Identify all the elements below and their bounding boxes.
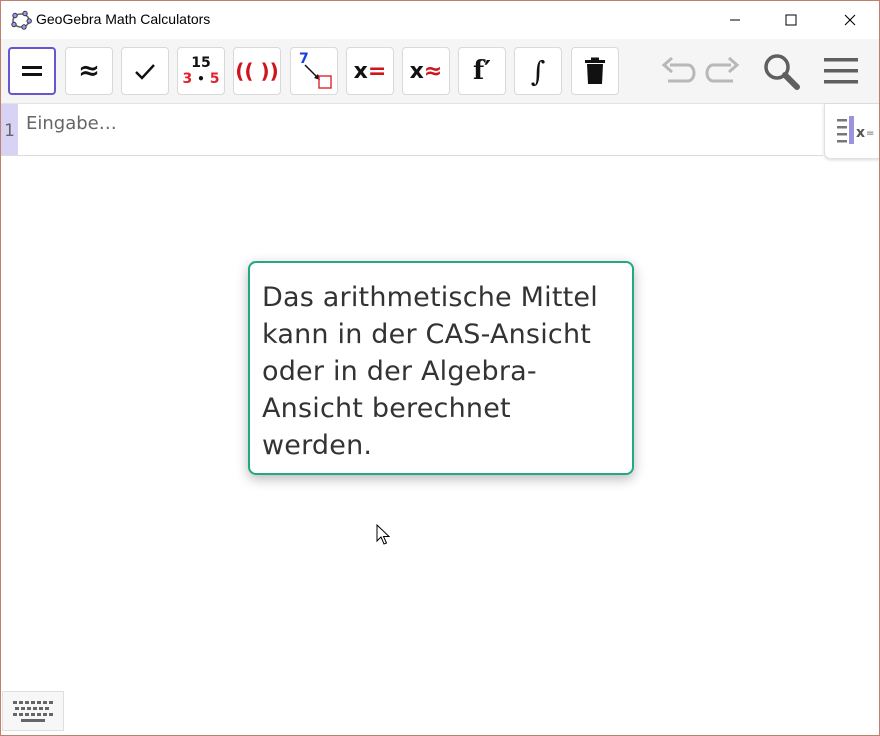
tool-expand-button[interactable]: (( ))	[233, 47, 281, 95]
redo-button[interactable]	[703, 49, 745, 93]
tool-integral-button[interactable]: ∫	[514, 47, 562, 95]
maximize-button[interactable]	[762, 1, 820, 39]
svg-text:x: x	[856, 125, 865, 141]
checkmark-icon	[135, 64, 155, 80]
factor-right-number: 5	[209, 71, 220, 87]
main-menu-button[interactable]	[819, 49, 863, 93]
solve-numeric-icon: x≈	[409, 58, 443, 84]
search-button[interactable]	[759, 49, 803, 93]
minimize-button[interactable]	[706, 1, 764, 39]
minimize-icon	[730, 19, 740, 21]
geogebra-logo-icon	[10, 9, 32, 31]
integral-icon: ∫	[530, 54, 546, 88]
keyboard-icon	[13, 701, 53, 722]
redo-icon	[705, 56, 740, 83]
hamburger-menu-icon	[824, 58, 858, 84]
algebra-view-icon: x =	[837, 116, 874, 144]
tool-factor-button[interactable]: 15 3 • 5	[177, 47, 225, 95]
factor-top-number: 15	[191, 55, 211, 71]
solve-icon: x=	[353, 58, 387, 84]
algebra-view-toggle-button[interactable]: x =	[824, 104, 879, 159]
algebra-input[interactable]	[26, 110, 806, 136]
approx-icon: ≈	[78, 56, 100, 86]
substitute-icon: 7	[295, 51, 333, 90]
search-icon	[764, 54, 800, 90]
algebra-input-row: 1	[1, 104, 823, 156]
factor-icon: 15 3 • 5	[182, 55, 220, 87]
trash-icon	[585, 57, 605, 84]
derivative-icon: f′	[472, 56, 492, 86]
equals-icon	[22, 66, 42, 76]
svg-text:=: =	[866, 128, 874, 139]
factor-left-number: 3	[182, 71, 193, 87]
tool-substitute-button[interactable]: 7	[290, 47, 338, 95]
undo-button[interactable]	[656, 49, 698, 93]
row-number: 1	[4, 121, 15, 141]
expand-icon: (( ))	[235, 59, 279, 83]
app-window: GeoGebra Math Calculators ≈ 15 3 • 5 ((…	[0, 0, 880, 736]
close-icon	[844, 14, 856, 26]
tool-keep-input-button[interactable]	[121, 47, 169, 95]
tool-numeric-button[interactable]: ≈	[65, 47, 113, 95]
tool-evaluate-button[interactable]	[8, 47, 56, 95]
mouse-cursor-icon	[376, 523, 391, 551]
window-title: GeoGebra Math Calculators	[36, 11, 211, 27]
tool-solve-button[interactable]: x=	[346, 47, 394, 95]
info-tooltip: Das arithmetische Mittel kann in der CAS…	[248, 261, 634, 475]
tooltip-text: Das arithmetische Mittel kann in der CAS…	[262, 282, 598, 461]
virtual-keyboard-button[interactable]	[2, 691, 64, 731]
undo-icon	[661, 56, 696, 83]
title-bar: GeoGebra Math Calculators	[1, 1, 879, 39]
close-button[interactable]	[821, 1, 879, 39]
tool-delete-button[interactable]	[571, 47, 619, 95]
tool-solve-numerically-button[interactable]: x≈	[402, 47, 450, 95]
maximize-icon	[785, 14, 797, 26]
tool-derivative-button[interactable]: f′	[458, 47, 506, 95]
cas-toolbar: ≈ 15 3 • 5 (( )) 7 x= x≈ f′ ∫	[1, 39, 879, 104]
